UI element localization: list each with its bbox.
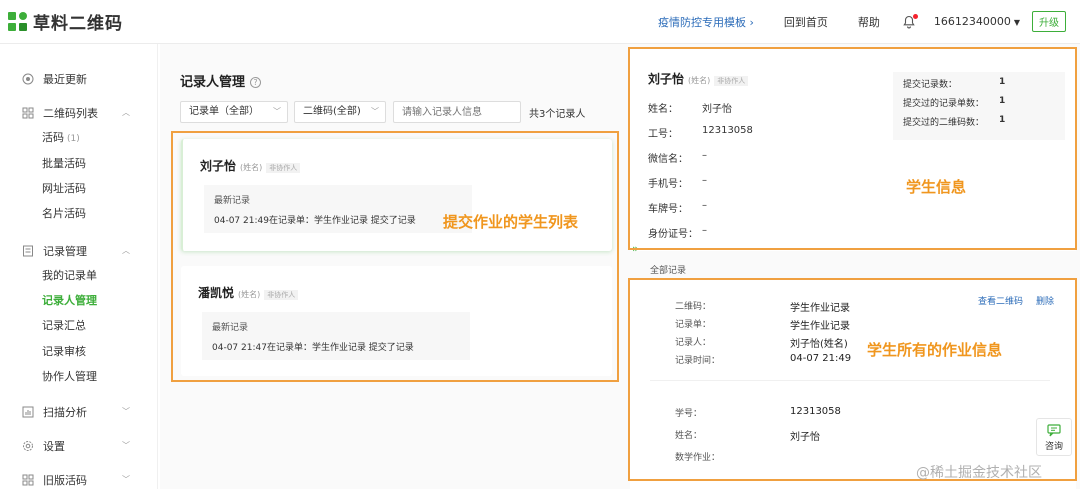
- sidebar-item-card-code[interactable]: 名片活码: [42, 204, 86, 224]
- upgrade-button[interactable]: 升级: [1032, 11, 1066, 32]
- sidebar-item-records[interactable]: 记录管理 ︿: [0, 238, 158, 263]
- watermark: @稀土掘金技术社区: [916, 465, 1042, 481]
- chart-icon: [22, 406, 34, 418]
- grid-icon: [22, 107, 34, 119]
- chevron-down-icon: ﹀: [122, 407, 130, 416]
- annotation-box-student-list: [171, 131, 619, 382]
- annotation-box-homework: [628, 278, 1077, 481]
- sidebar-item-scan-analysis[interactable]: 扫描分析 ﹀: [0, 399, 158, 424]
- page-title: 记录人管理?: [180, 71, 262, 90]
- notification-dot: [912, 13, 918, 19]
- help-icon[interactable]: ?: [250, 77, 262, 88]
- annotation-box-student-info: [628, 47, 1077, 250]
- sidebar-item-qrcode-list[interactable]: 二维码列表 ︿: [0, 100, 158, 125]
- annotation-student-info: 学生信息: [906, 178, 967, 196]
- sidebar-item-batch-code[interactable]: 批量活码: [42, 154, 86, 174]
- nav-home[interactable]: 回到首页: [784, 14, 828, 30]
- chevron-up-icon: ︿: [122, 246, 130, 255]
- annotation-homework: 学生所有的作业信息: [867, 341, 1003, 359]
- nav-help[interactable]: 帮助: [858, 14, 880, 30]
- logo-icon: [8, 11, 28, 32]
- grid-icon: [22, 474, 34, 486]
- caret-down-icon: ▼: [1013, 18, 1020, 27]
- sidebar-item-legacy-code[interactable]: 旧版活码 ﹀: [0, 467, 158, 489]
- sidebar-item-my-forms[interactable]: 我的记录单: [42, 266, 97, 286]
- sidebar-item-settings[interactable]: 设置 ﹀: [0, 433, 158, 458]
- nav-epidemic-template[interactable]: 疫情防控专用模板 ›: [658, 14, 754, 30]
- qrcode-filter-select[interactable]: 二维码(全部) ﹀: [294, 101, 386, 123]
- sidebar-item-url-code[interactable]: 网址活码: [42, 179, 86, 199]
- recent-icon: [22, 73, 34, 85]
- gear-icon: [22, 440, 34, 452]
- all-records-label: 全部记录: [650, 266, 687, 276]
- chevron-up-icon: ︿: [122, 108, 130, 117]
- form-filter-select[interactable]: 记录单（全部） ﹀: [180, 101, 288, 123]
- top-nav: 疫情防控专用模板 › 回到首页 帮助 16612340000 ▼ 升级: [628, 0, 1080, 44]
- user-menu[interactable]: 16612340000 ▼: [934, 15, 1020, 28]
- sidebar: 最近更新 二维码列表 ︿ 活码 (1) 批量活码 网址活码 名片活码 记录管理 ︿…: [0, 44, 158, 489]
- chevron-down-icon: ﹀: [371, 107, 379, 116]
- chevron-down-icon: ﹀: [122, 475, 130, 484]
- sidebar-item-recorder-mgmt[interactable]: 记录人管理: [42, 291, 97, 311]
- top-header: 草料二维码 疫情防控专用模板 › 回到首页 帮助 16612340000 ▼ 升级: [0, 0, 1080, 44]
- sidebar-item-record-review[interactable]: 记录审核: [42, 342, 86, 362]
- chat-icon: [1047, 424, 1061, 437]
- chevron-down-icon: ﹀: [122, 441, 130, 450]
- consult-button[interactable]: 咨询: [1036, 418, 1072, 456]
- sidebar-item-record-summary[interactable]: 记录汇总: [42, 316, 86, 336]
- bell-icon[interactable]: [902, 13, 918, 29]
- annotation-student-list: 提交作业的学生列表: [443, 213, 579, 231]
- chevron-down-icon: ﹀: [273, 107, 281, 116]
- sidebar-item-recent[interactable]: 最近更新: [0, 66, 158, 91]
- sidebar-item-live-code[interactable]: 活码 (1): [42, 128, 80, 148]
- sidebar-item-collaborator-mgmt[interactable]: 协作人管理: [42, 367, 97, 387]
- recorder-search-input[interactable]: [393, 101, 521, 123]
- logo-text: 草料二维码: [33, 14, 123, 34]
- logo[interactable]: 草料二维码: [8, 9, 123, 34]
- recorder-count: 共3个记录人: [529, 109, 586, 120]
- document-icon: [22, 245, 34, 257]
